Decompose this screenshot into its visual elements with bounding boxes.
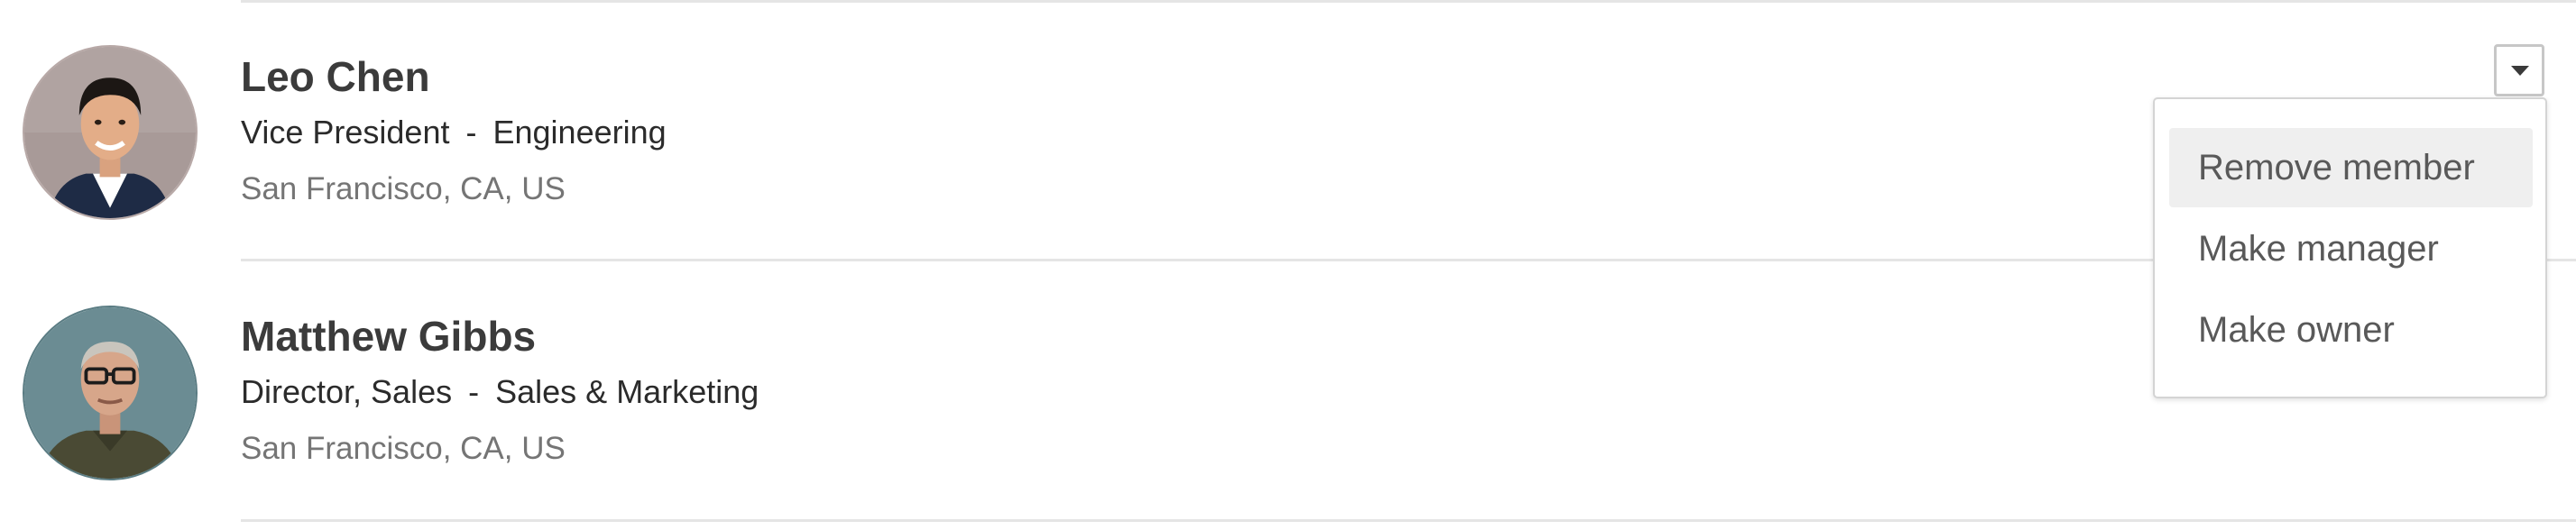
role-separator: - (468, 373, 480, 410)
member-location: San Francisco, CA, US (241, 431, 566, 466)
row-divider (241, 519, 2576, 522)
member-department: Sales & Marketing (495, 373, 759, 410)
avatar[interactable] (23, 306, 198, 480)
person-photo-icon (24, 47, 196, 218)
member-title: Director, Sales (241, 373, 453, 410)
member-role: Director, Sales - Sales & Marketing (241, 373, 759, 411)
caret-down-icon (2511, 66, 2529, 76)
member-role: Vice President - Engineering (241, 114, 667, 151)
remove-member-menu-item[interactable]: Remove member (2169, 128, 2533, 207)
person-photo-icon (24, 307, 196, 479)
member-location: San Francisco, CA, US (241, 171, 566, 206)
member-name[interactable]: Matthew Gibbs (241, 312, 536, 361)
member-title: Vice President (241, 114, 450, 151)
make-manager-menu-item[interactable]: Make manager (2169, 209, 2533, 288)
role-separator: - (465, 114, 477, 151)
avatar[interactable] (23, 45, 198, 220)
member-actions-dropdown-button[interactable] (2494, 44, 2544, 96)
make-owner-menu-item[interactable]: Make owner (2169, 290, 2533, 370)
member-name[interactable]: Leo Chen (241, 52, 430, 101)
member-department: Engineering (492, 114, 667, 151)
member-actions-menu: Remove member Make manager Make owner (2153, 97, 2547, 398)
